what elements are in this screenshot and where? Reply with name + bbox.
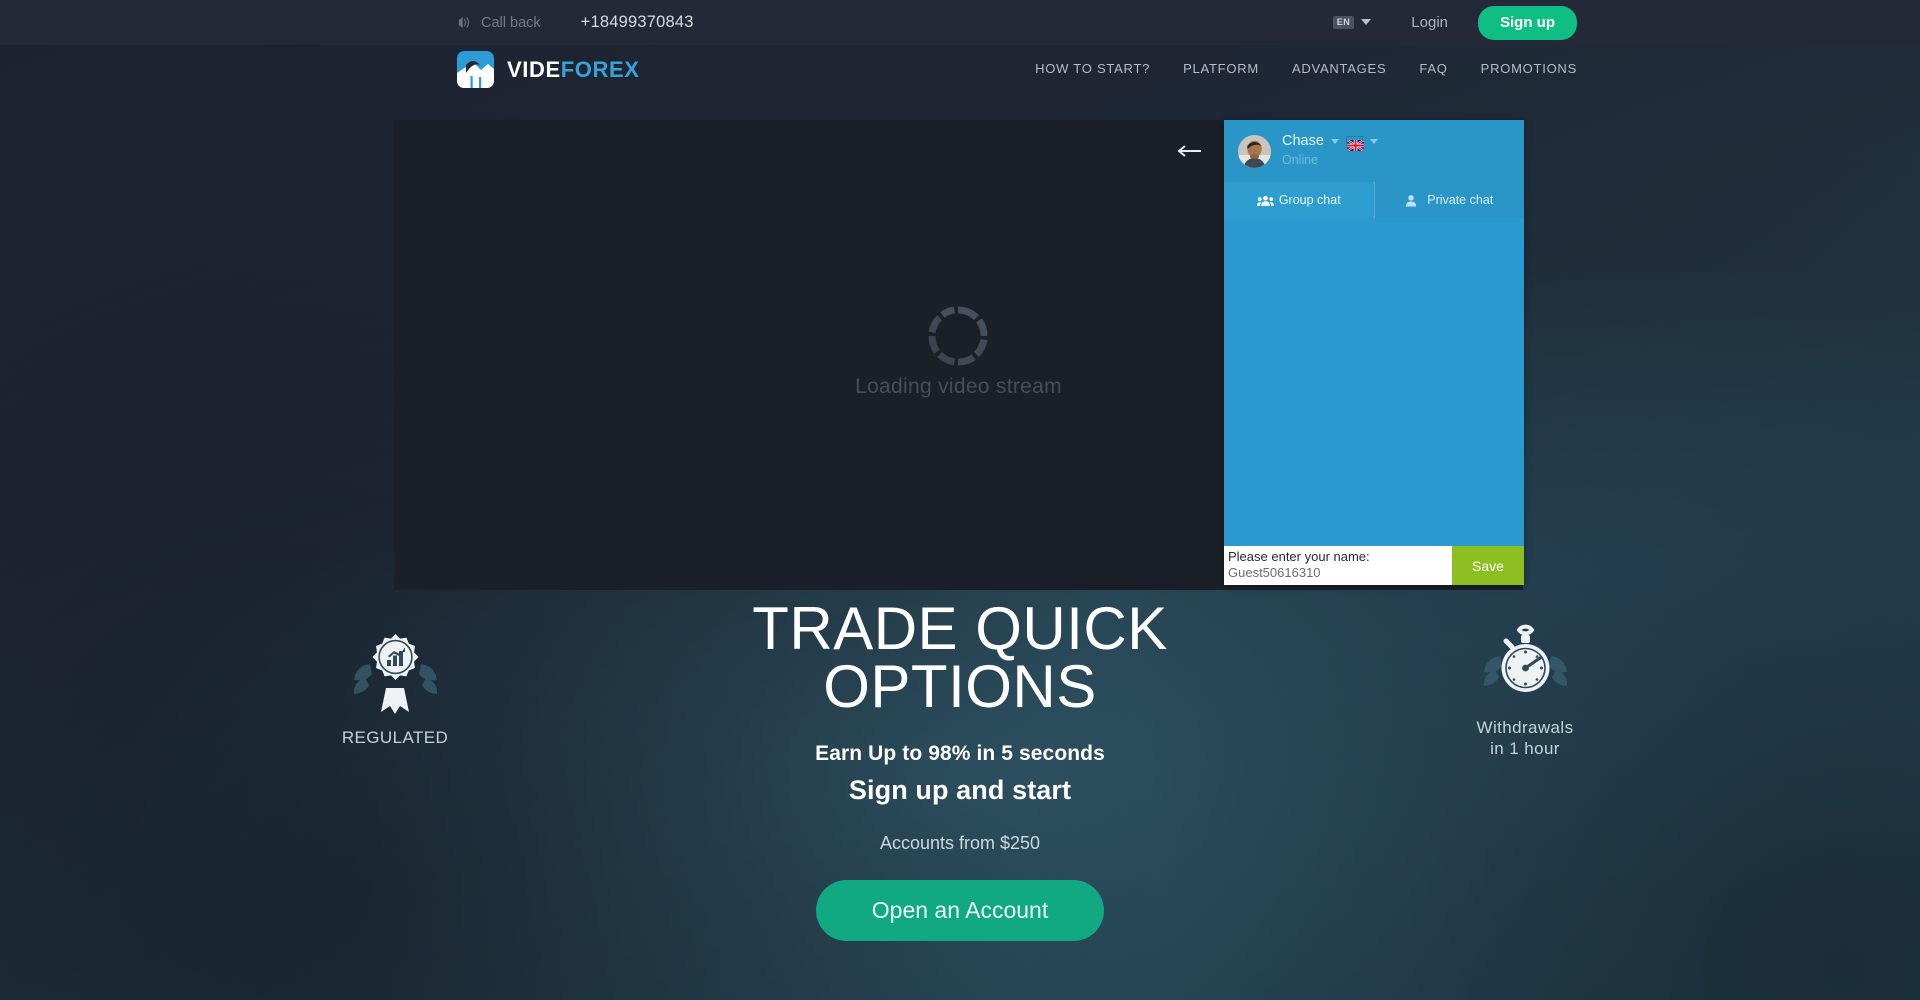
videforex-logo-icon (457, 51, 494, 88)
loading-spinner-icon (927, 305, 989, 367)
chat-tabs: Group chat Private chat (1224, 182, 1524, 218)
nav-item-promotions[interactable]: PROMOTIONS (1481, 61, 1577, 76)
chat-message-list[interactable] (1224, 218, 1524, 546)
hero-title-line1: TRADE QUICK (752, 595, 1168, 662)
tab-private-chat[interactable]: Private chat (1373, 182, 1524, 218)
tab-group-chat-label: Group chat (1278, 193, 1341, 207)
chevron-down-icon (1361, 19, 1372, 26)
top-utility-bar: Call back +18499370843 EN Login Sign up (0, 0, 1920, 45)
feature-withdrawals-line1: Withdrawals (1476, 718, 1574, 737)
name-prompt-label: Please enter your name: (1228, 549, 1370, 564)
language-code: EN (1332, 16, 1355, 29)
feature-withdrawals-label: Withdrawals in 1 hour (1410, 717, 1640, 760)
login-link[interactable]: Login (1411, 14, 1448, 31)
nav-item-platform[interactable]: PLATFORM (1183, 61, 1259, 76)
site-header: VIDEFOREX HOW TO START? PLATFORM ADVANTA… (0, 45, 1920, 103)
video-status-label: Loading video stream (855, 375, 1062, 398)
live-chat-widget: Chase Online Group chat Private chat Ple… (1224, 120, 1524, 585)
language-selector[interactable]: EN (1332, 16, 1372, 29)
feature-regulated: REGULATED (280, 630, 510, 748)
person-icon (1405, 194, 1420, 207)
chat-name-bar: Please enter your name: Save (1224, 546, 1524, 585)
hero-title: TRADE QUICK OPTIONS (600, 595, 1320, 720)
group-icon (1256, 194, 1274, 207)
brand-text-first: VIDE (507, 56, 561, 82)
brand-logo[interactable]: VIDEFOREX (457, 51, 640, 88)
chat-header: Chase Online (1224, 120, 1524, 182)
hero-content: TRADE QUICK OPTIONS Earn Up to 98% in 5 … (600, 595, 1320, 942)
open-account-button[interactable]: Open an Account (815, 880, 1105, 942)
hero-subtitle-earn: Earn Up to 98% in 5 seconds (815, 742, 1105, 766)
feature-regulated-label: REGULATED (341, 728, 449, 747)
nav-item-how-to-start[interactable]: HOW TO START? (1035, 61, 1150, 76)
hero-subtitle-signup: Sign up and start (848, 775, 1072, 806)
brand-text: VIDEFOREX (507, 57, 640, 83)
nav-item-faq[interactable]: FAQ (1419, 61, 1447, 76)
agent-avatar (1238, 134, 1271, 168)
save-name-button[interactable]: Save (1452, 546, 1524, 585)
brand-text-second: FOREX (560, 56, 640, 82)
tab-private-chat-label: Private chat (1427, 193, 1494, 207)
hero-section: REGULATED TRADE QUICK OPTIONS Earn Up to… (0, 595, 1920, 1000)
agent-name: Chase (1282, 132, 1324, 149)
call-back-label: Call back (481, 14, 541, 31)
arrow-left-icon[interactable] (1176, 143, 1202, 159)
feature-withdrawals-line2: in 1 hour (1490, 739, 1560, 759)
guest-name-input[interactable] (1228, 565, 1452, 582)
nav-item-advantages[interactable]: ADVANTAGES (1292, 61, 1386, 76)
agent-status: Online (1282, 153, 1319, 168)
phone-number[interactable]: +18499370843 (581, 13, 694, 32)
regulated-badge-icon (348, 630, 443, 716)
feature-withdrawals: Withdrawals in 1 hour (1410, 620, 1640, 760)
stopwatch-icon (1478, 620, 1573, 706)
chevron-down-icon[interactable] (1330, 138, 1339, 144)
hero-subtitle-accounts: Accounts from $250 (879, 833, 1041, 854)
sign-up-button[interactable]: Sign up (1478, 5, 1577, 40)
flag-uk-icon (1345, 135, 1365, 152)
phone-callback-icon (457, 15, 472, 30)
tab-group-chat[interactable]: Group chat (1224, 182, 1374, 218)
hero-title-line2: OPTIONS (823, 652, 1097, 720)
chevron-down-icon[interactable] (1369, 138, 1378, 144)
call-back-button[interactable]: Call back (457, 15, 541, 31)
main-navigation: HOW TO START? PLATFORM ADVANTAGES FAQ PR… (1035, 61, 1577, 76)
